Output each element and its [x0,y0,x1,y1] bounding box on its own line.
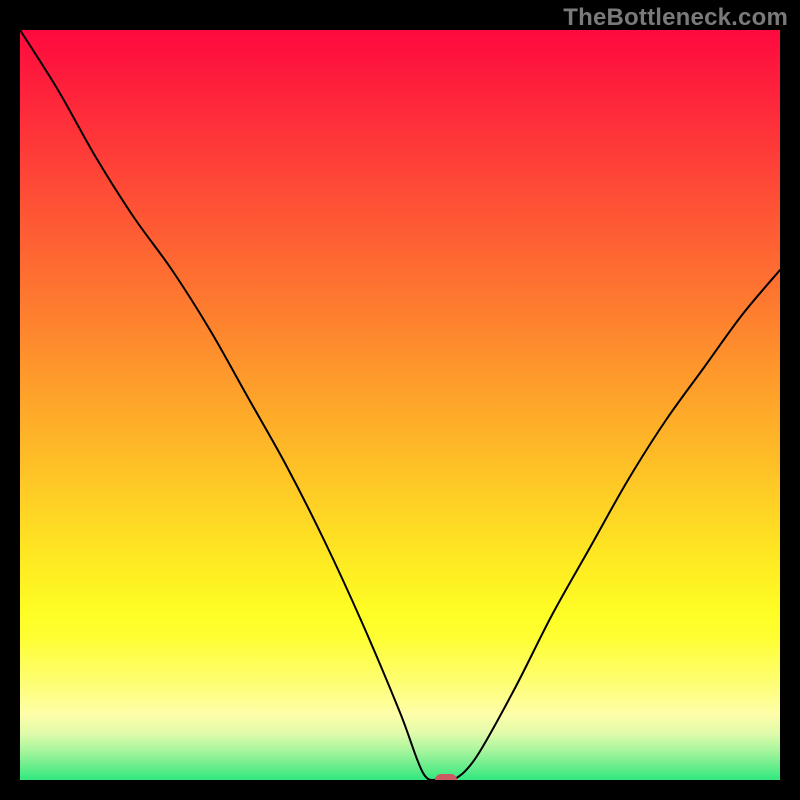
watermark-text: TheBottleneck.com [563,4,788,32]
minimum-marker [435,774,457,780]
bottleneck-curve [20,30,780,780]
plot-area [20,30,780,780]
chart-frame: TheBottleneck.com [0,0,800,800]
